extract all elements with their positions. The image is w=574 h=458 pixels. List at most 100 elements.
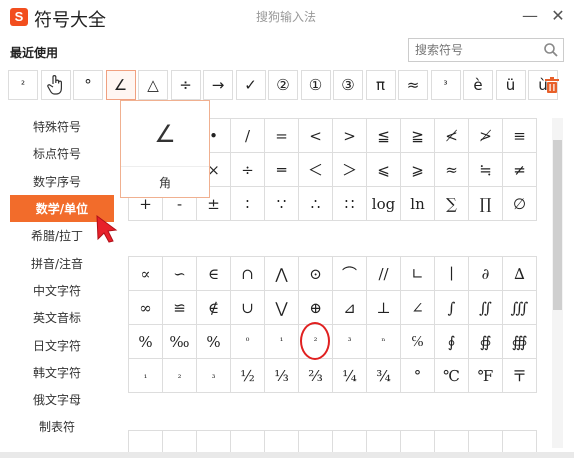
recent-symbol[interactable]: ≈ — [398, 70, 428, 100]
symbol-cell[interactable]: ∆ — [503, 257, 537, 291]
symbol-cell[interactable]: ∴ — [299, 187, 333, 221]
symbol-cell[interactable]: ∣ — [435, 257, 469, 291]
recent-symbol[interactable]: ² — [8, 70, 38, 100]
symbol-cell[interactable]: ² — [299, 325, 333, 359]
symbol-cell[interactable]: ∈ — [197, 257, 231, 291]
symbol-cell[interactable]: ∯ — [469, 325, 503, 359]
recent-symbol[interactable]: △ — [138, 70, 168, 100]
symbol-cell[interactable]: ≡ — [503, 119, 537, 153]
symbol-cell[interactable]: < — [299, 119, 333, 153]
symbol-cell[interactable]: ⌒ — [333, 257, 367, 291]
symbol-cell[interactable]: ∞ — [129, 291, 163, 325]
symbol-cell[interactable]: ═ — [265, 153, 299, 187]
symbol-cell[interactable]: ° — [401, 359, 435, 393]
symbol-cell[interactable]: ∝ — [129, 257, 163, 291]
symbol-cell[interactable]: // — [367, 257, 401, 291]
sidebar-item[interactable]: 中文字符 — [0, 277, 114, 304]
symbol-cell[interactable]: ≒ — [469, 153, 503, 187]
symbol-cell[interactable]: ∷ — [333, 187, 367, 221]
sidebar-item[interactable]: 俄文字母 — [0, 386, 114, 413]
symbol-cell[interactable]: ≧ — [401, 119, 435, 153]
symbol-cell[interactable]: ∂ — [469, 257, 503, 291]
symbol-cell[interactable]: ⊿ — [333, 291, 367, 325]
recent-symbol[interactable]: ✓ — [235, 70, 266, 100]
symbol-cell[interactable]: ∩ — [231, 257, 265, 291]
recent-symbol-hand-cursor[interactable] — [40, 70, 71, 100]
scrollbar[interactable] — [552, 118, 563, 448]
symbol-cell[interactable]: ∬ — [469, 291, 503, 325]
symbol-cell[interactable]: ∽ — [163, 257, 197, 291]
symbol-cell[interactable]: ⩾ — [401, 153, 435, 187]
sidebar-item[interactable]: 标点符号 — [0, 140, 114, 167]
symbol-cell[interactable]: ∏ — [469, 187, 503, 221]
symbol-cell[interactable]: ∪ — [231, 291, 265, 325]
symbol-cell[interactable]: ÷ — [231, 153, 265, 187]
symbol-cell[interactable]: ln — [401, 187, 435, 221]
close-icon[interactable]: ✕ — [548, 6, 568, 26]
symbol-cell[interactable]: = — [265, 119, 299, 153]
symbol-cell[interactable]: ⊕ — [299, 291, 333, 325]
symbol-cell[interactable]: ≠ — [503, 153, 537, 187]
sidebar-item[interactable]: 日文字符 — [0, 331, 114, 358]
symbol-cell[interactable]: ³ — [333, 325, 367, 359]
symbol-cell[interactable]: ∰ — [503, 325, 537, 359]
symbol-cell[interactable]: 〒 — [503, 359, 537, 393]
scrollbar-thumb[interactable] — [553, 140, 562, 310]
sidebar-item[interactable]: 特殊符号 — [0, 113, 114, 140]
recent-symbol[interactable]: ③ — [333, 70, 363, 100]
symbol-cell[interactable]: ∫ — [435, 291, 469, 325]
symbol-cell[interactable]: ⊥ — [367, 291, 401, 325]
symbol-cell[interactable]: ∮ — [435, 325, 469, 359]
symbol-cell[interactable]: % — [129, 325, 163, 359]
search-input[interactable] — [409, 39, 537, 61]
symbol-cell[interactable]: ⊙ — [299, 257, 333, 291]
symbol-cell[interactable]: ≌ — [163, 291, 197, 325]
symbol-cell[interactable]: ＞ — [333, 153, 367, 187]
symbol-cell[interactable]: ∶ — [231, 187, 265, 221]
symbol-cell[interactable]: ∠ — [401, 291, 435, 325]
sidebar-item[interactable]: 英文音标 — [0, 304, 114, 331]
symbol-cell[interactable]: ∵ — [265, 187, 299, 221]
symbol-cell[interactable]: > — [333, 119, 367, 153]
recent-symbol[interactable]: ① — [300, 70, 331, 100]
symbol-cell[interactable]: ½ — [231, 359, 265, 393]
symbol-cell[interactable]: ∉ — [197, 291, 231, 325]
symbol-cell[interactable]: ⋀ — [265, 257, 299, 291]
recent-symbol[interactable]: ② — [268, 70, 298, 100]
recent-symbol[interactable]: π — [365, 70, 396, 100]
recent-symbol[interactable]: ü — [495, 70, 526, 100]
symbol-cell[interactable]: ⩽ — [367, 153, 401, 187]
symbol-cell[interactable]: ₁ — [129, 359, 163, 393]
symbol-cell[interactable]: ∑ — [435, 187, 469, 221]
symbol-cell[interactable]: ⅓ — [265, 359, 299, 393]
symbol-cell[interactable]: ¼ — [333, 359, 367, 393]
symbol-cell[interactable]: ≮ — [435, 119, 469, 153]
symbol-cell[interactable]: ₂ — [163, 359, 197, 393]
symbol-cell[interactable]: ⋁ — [265, 291, 299, 325]
symbol-cell[interactable]: ⅔ — [299, 359, 333, 393]
symbol-cell[interactable]: ₃ — [197, 359, 231, 393]
trash-icon[interactable] — [544, 76, 560, 94]
symbol-cell[interactable]: ⁿ — [367, 325, 401, 359]
recent-symbol[interactable]: ÷ — [170, 70, 201, 100]
symbol-cell[interactable]: ∟ — [401, 257, 435, 291]
symbol-cell[interactable]: ∭ — [503, 291, 537, 325]
search-box[interactable] — [408, 38, 564, 62]
symbol-cell[interactable]: / — [231, 119, 265, 153]
symbol-cell[interactable]: ℃ — [435, 359, 469, 393]
symbol-cell[interactable]: ‰ — [163, 325, 197, 359]
minimize-icon[interactable]: — — [520, 6, 540, 26]
symbol-cell[interactable]: ⁰ — [231, 325, 265, 359]
symbol-cell[interactable]: ≈ — [435, 153, 469, 187]
symbol-cell[interactable]: ≦ — [367, 119, 401, 153]
symbol-cell[interactable]: ＜ — [299, 153, 333, 187]
symbol-cell[interactable]: ≯ — [469, 119, 503, 153]
symbol-cell[interactable]: ℉ — [469, 359, 503, 393]
recent-symbol[interactable]: ∠ — [105, 70, 136, 100]
symbol-cell[interactable]: ℅ — [401, 325, 435, 359]
recent-symbol[interactable]: è — [463, 70, 493, 100]
recent-symbol[interactable]: ° — [73, 70, 103, 100]
recent-symbol[interactable]: ³ — [430, 70, 461, 100]
symbol-cell[interactable]: ¹ — [265, 325, 299, 359]
recent-symbol[interactable]: → — [203, 70, 233, 100]
